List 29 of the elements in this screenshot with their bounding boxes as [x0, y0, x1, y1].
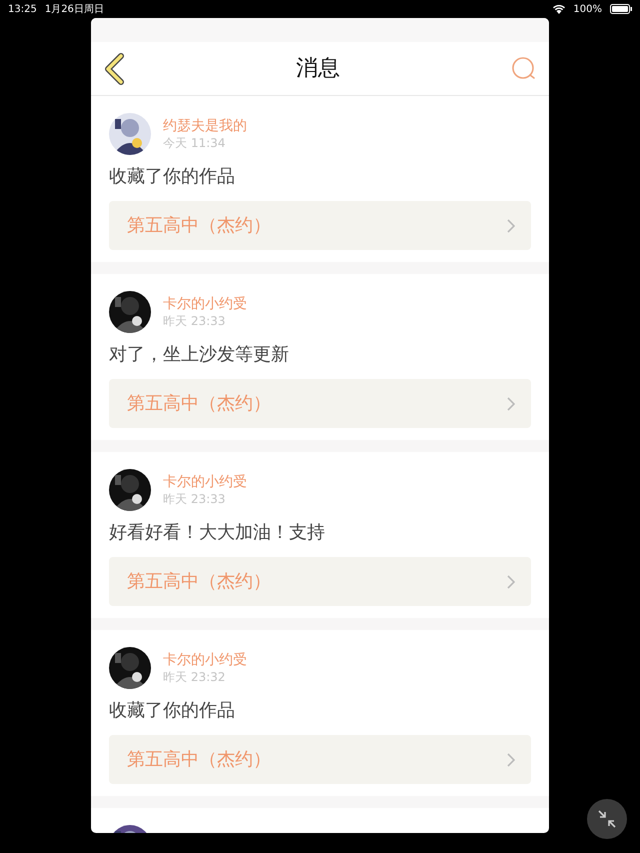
message-time: 昨天 23:33 — [163, 491, 226, 507]
chevron-icon — [507, 218, 515, 232]
chevron-icon — [507, 574, 515, 588]
work-link[interactable]: 第五高中（杰约） — [109, 379, 531, 428]
message-text: 收藏了你的作品 — [109, 165, 236, 189]
minimize-button[interactable] — [587, 799, 627, 839]
status-time: 13:25 — [8, 2, 37, 16]
status-date: 1月26日周日 — [44, 2, 104, 16]
battery-percent: 100% — [573, 2, 602, 16]
work-link[interactable]: 第五高中（杰约） — [109, 201, 531, 250]
message-time: 今天 11:34 — [163, 135, 226, 151]
user-name[interactable]: 卡尔的小约受 — [163, 651, 247, 669]
message-time: 昨天 23:33 — [163, 313, 226, 329]
user-name[interactable]: 卡尔的小约受 — [163, 473, 247, 491]
back-icon[interactable] — [103, 52, 125, 84]
page-title: 消息 — [296, 55, 340, 83]
chevron-icon — [507, 396, 515, 410]
work-link[interactable]: 第五高中（杰约） — [109, 735, 531, 784]
message-time: 昨天 23:32 — [163, 669, 226, 685]
message-text: 对了，坐上沙发等更新 — [109, 343, 290, 367]
wifi-icon — [553, 4, 566, 14]
user-name[interactable]: 约瑟夫是我的 — [163, 117, 247, 135]
battery-icon — [610, 4, 632, 14]
minimize-icon — [597, 809, 617, 829]
message-text: 好看好看！大大加油！支持 — [109, 521, 326, 545]
user-name[interactable]: 卡尔的小约受 — [163, 295, 247, 313]
chevron-icon — [507, 752, 515, 766]
work-link[interactable]: 第五高中（杰约） — [109, 557, 531, 606]
message-text: 收藏了你的作品 — [109, 699, 236, 723]
